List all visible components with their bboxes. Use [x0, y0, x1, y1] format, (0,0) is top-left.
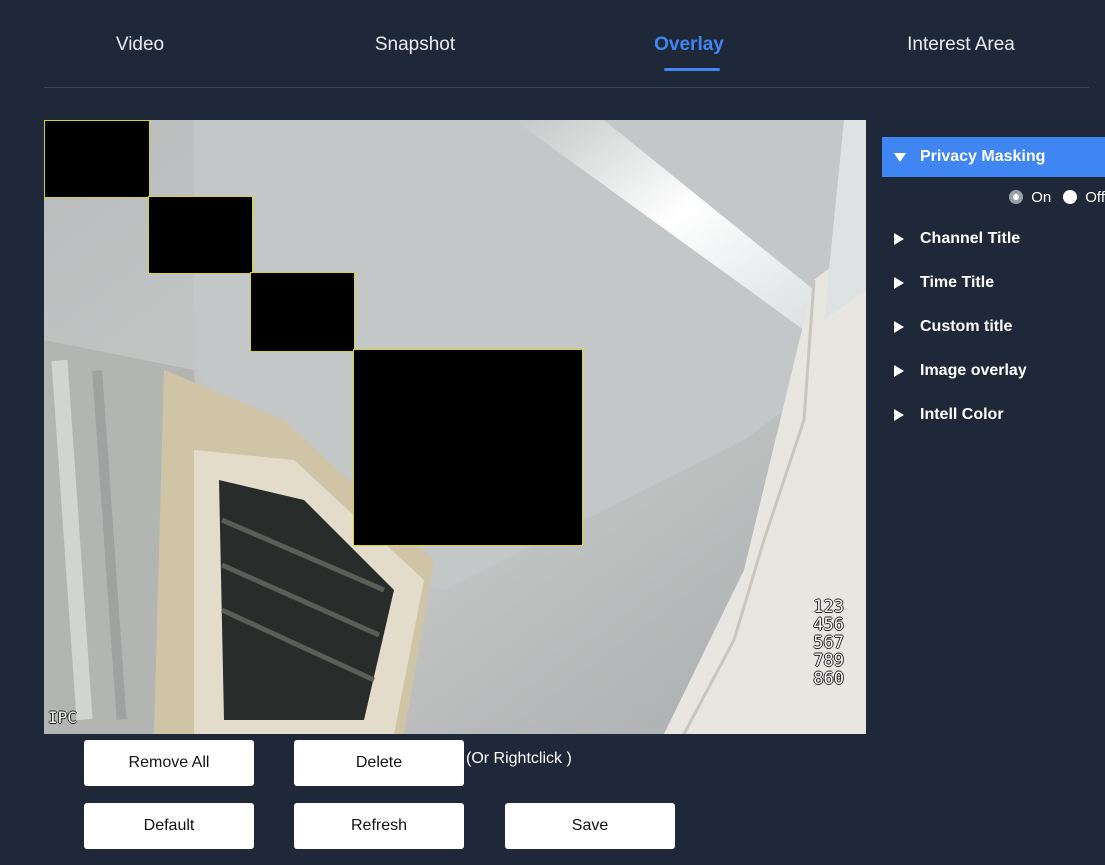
radio-on-label: On: [1031, 188, 1052, 206]
tab-video[interactable]: Video: [116, 34, 164, 56]
triangle-right-icon: [894, 365, 904, 377]
triangle-right-icon: [894, 321, 904, 333]
image-overlay-label: Image overlay: [920, 362, 1027, 379]
delete-button[interactable]: Delete: [294, 740, 464, 786]
privacy-mask-4[interactable]: [353, 349, 583, 546]
osd-line-4: 789: [813, 651, 844, 671]
time-title-item[interactable]: Time Title: [882, 261, 1105, 305]
osd-line-3: 567: [813, 633, 844, 653]
tab-bar: Video Snapshot Overlay Interest Area: [0, 0, 1105, 88]
intell-color-label: Intell Color: [920, 406, 1004, 423]
tab-snapshot[interactable]: Snapshot: [375, 34, 455, 56]
triangle-down-icon: [894, 152, 906, 162]
time-title-label: Time Title: [920, 274, 995, 291]
privacy-mask-1[interactable]: [44, 120, 150, 198]
custom-title-label: Custom title: [920, 318, 1013, 335]
triangle-right-icon: [894, 277, 904, 289]
osd-line-1: 123: [813, 597, 844, 617]
triangle-right-icon: [894, 233, 904, 245]
tab-overlay[interactable]: Overlay: [654, 34, 724, 56]
privacy-mask-3[interactable]: [250, 272, 355, 352]
tab-divider: [44, 87, 1089, 88]
radio-off-label: Off: [1085, 188, 1105, 206]
osd-line-5: 860: [813, 669, 844, 689]
rightclick-hint: (Or Rightclick ): [466, 750, 572, 767]
default-button[interactable]: Default: [84, 803, 254, 849]
privacy-masking-label: Privacy Masking: [920, 148, 1046, 165]
channel-title-label: Channel Title: [920, 230, 1021, 247]
overlay-settings-panel: Privacy Masking On Off Channel Title Tim…: [882, 137, 1105, 437]
custom-title-item[interactable]: Custom title: [882, 305, 1105, 349]
radio-on[interactable]: [1009, 190, 1024, 204]
image-overlay-item[interactable]: Image overlay: [882, 349, 1105, 393]
refresh-button[interactable]: Refresh: [294, 803, 464, 849]
active-tab-indicator: [664, 68, 720, 71]
save-button[interactable]: Save: [505, 803, 675, 849]
osd-text: 123 456 567 789 860: [813, 598, 844, 688]
triangle-right-icon: [894, 409, 904, 421]
remove-all-button[interactable]: Remove All: [84, 740, 254, 786]
osd-line-2: 456: [813, 615, 844, 635]
intell-color-item[interactable]: Intell Color: [882, 393, 1105, 437]
radio-off[interactable]: [1063, 190, 1078, 204]
privacy-masking-radio-group: On Off: [882, 177, 1105, 217]
channel-title-item[interactable]: Channel Title: [882, 217, 1105, 261]
privacy-mask-2[interactable]: [148, 196, 253, 274]
osd-corner-text: IPC: [48, 708, 77, 727]
tab-interest-area[interactable]: Interest Area: [907, 34, 1015, 56]
video-preview[interactable]: 123 456 567 789 860 IPC: [44, 120, 866, 734]
privacy-masking-header[interactable]: Privacy Masking: [882, 137, 1105, 177]
